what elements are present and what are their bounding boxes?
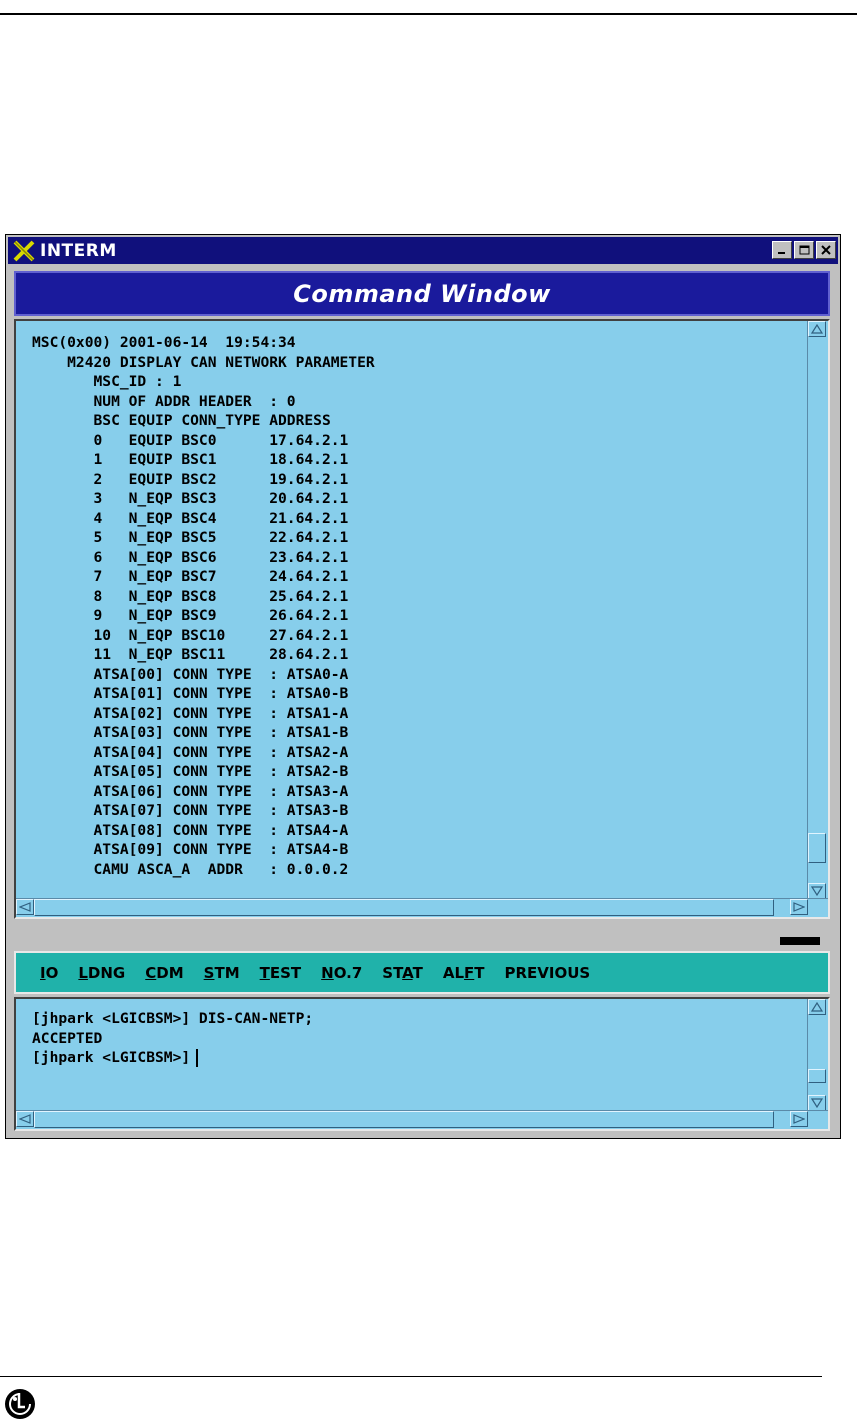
menu-item-cdm[interactable]: CDM — [145, 964, 183, 982]
scroll-thumb[interactable] — [808, 833, 826, 863]
arrow-left-icon — [19, 1114, 31, 1124]
output-line: ATSA[05] CONN TYPE : ATSA2-B — [32, 763, 349, 780]
input-scroll-right-button[interactable] — [790, 1111, 808, 1127]
input-scroll-thumb[interactable] — [808, 1069, 826, 1083]
arrow-left-icon — [19, 902, 31, 912]
input-scroll-down-button[interactable] — [808, 1095, 826, 1111]
output-line: ATSA[09] CONN TYPE : ATSA4-B — [32, 841, 349, 858]
arrow-right-icon — [793, 902, 805, 912]
lg-logo-icon — [5, 1389, 35, 1419]
output-line: CAMU ASCA_A ADDR : 0.0.0.2 — [32, 860, 349, 878]
input-horizontal-scrollbar[interactable] — [16, 1110, 828, 1129]
command-window-header: Command Window — [14, 271, 830, 316]
close-icon — [821, 245, 831, 255]
output-horizontal-scrollbar[interactable] — [16, 898, 828, 917]
input-text[interactable]: [jhpark <LGICBSM>] DIS-CAN-NETP; ACCEPTED… — [32, 1009, 798, 1068]
menu-item-ldng[interactable]: LDNG — [78, 964, 125, 982]
input-scroll-left-button[interactable] — [16, 1111, 34, 1127]
menu-item-stat[interactable]: STAT — [382, 964, 423, 982]
menu-item-alft[interactable]: ALFT — [443, 964, 485, 982]
output-line: 1 EQUIP BSC1 18.64.2.1 — [32, 451, 349, 468]
input-pane[interactable]: [jhpark <LGICBSM>] DIS-CAN-NETP; ACCEPTED… — [14, 997, 830, 1131]
output-line: ATSA[03] CONN TYPE : ATSA1-B — [32, 724, 349, 741]
interm-window: INTERM Command Window MSC(0x00) 2001-06-… — [5, 234, 841, 1139]
output-line: ATSA[06] CONN TYPE : ATSA3-A — [32, 782, 349, 800]
horizontal-scroll-thumb[interactable] — [34, 899, 774, 916]
output-line: 10 N_EQP BSC10 27.64.2.1 — [32, 626, 349, 644]
output-line: ATSA[00] CONN TYPE : ATSA0-A — [32, 665, 349, 683]
output-line: 8 N_EQP BSC8 25.64.2.1 — [32, 587, 349, 605]
scroll-up-button[interactable] — [808, 321, 826, 337]
output-line: ATSA[08] CONN TYPE : ATSA4-A — [32, 821, 349, 839]
output-text: MSC(0x00) 2001-06-14 19:54:34 M2420 DISP… — [32, 333, 798, 893]
output-line: 9 N_EQP BSC9 26.64.2.1 — [32, 607, 349, 624]
input-horizontal-scroll-thumb[interactable] — [34, 1111, 774, 1128]
scroll-left-button[interactable] — [16, 899, 34, 915]
output-line: M2420 DISPLAY CAN NETWORK PARAMETER — [32, 353, 375, 371]
maximize-icon — [799, 245, 809, 255]
input-vertical-scrollbar[interactable] — [807, 999, 828, 1111]
output-line: 3 N_EQP BSC3 20.64.2.1 — [32, 490, 349, 507]
output-line: 0 EQUIP BSC0 17.64.2.1 — [32, 431, 349, 449]
output-line: NUM OF ADDR HEADER : 0 — [32, 392, 296, 410]
header-title: Command Window — [293, 279, 551, 308]
output-line: 11 N_EQP BSC11 28.64.2.1 — [32, 646, 349, 663]
output-line: MSC(0x00) 2001-06-14 19:54:34 — [32, 334, 296, 351]
input-line: [jhpark <LGICBSM>] DIS-CAN-NETP; — [32, 1010, 314, 1027]
output-pane[interactable]: MSC(0x00) 2001-06-14 19:54:34 M2420 DISP… — [14, 319, 830, 919]
bottom-rule — [0, 1376, 822, 1377]
output-line: ATSA[04] CONN TYPE : ATSA2-A — [32, 743, 349, 761]
output-line: ATSA[02] CONN TYPE : ATSA1-A — [32, 704, 349, 722]
arrow-up-icon — [811, 324, 823, 334]
scroll-right-button[interactable] — [790, 899, 808, 915]
menu-item-io[interactable]: IO — [40, 964, 58, 982]
close-button[interactable] — [816, 241, 836, 259]
menu-item-previous[interactable]: PREVIOUS — [505, 964, 591, 982]
output-vertical-scrollbar[interactable] — [807, 321, 828, 899]
menu-item-stm[interactable]: STM — [204, 964, 240, 982]
minimize-button[interactable] — [772, 241, 792, 259]
arrow-down-icon — [811, 886, 823, 896]
minimize-icon — [778, 252, 785, 254]
top-rule — [0, 13, 857, 15]
output-line: 2 EQUIP BSC2 19.64.2.1 — [32, 470, 349, 488]
arrow-up-icon — [811, 1002, 823, 1012]
input-line: [jhpark <LGICBSM>] — [32, 1048, 798, 1068]
menu-item-test[interactable]: TEST — [260, 964, 302, 982]
maximize-button[interactable] — [794, 241, 814, 259]
title-bar[interactable]: INTERM — [8, 237, 838, 264]
menu-item-no7[interactable]: NO.7 — [321, 964, 362, 982]
output-line: 7 N_EQP BSC7 24.64.2.1 — [32, 568, 349, 585]
output-line: 6 N_EQP BSC6 23.64.2.1 — [32, 548, 349, 566]
output-line: ATSA[07] CONN TYPE : ATSA3-B — [32, 802, 349, 819]
input-line: ACCEPTED — [32, 1029, 103, 1047]
output-line: 5 N_EQP BSC5 22.64.2.1 — [32, 529, 349, 546]
output-line: ATSA[01] CONN TYPE : ATSA0-B — [32, 685, 349, 702]
input-scroll-up-button[interactable] — [808, 999, 826, 1015]
output-line: MSC_ID : 1 — [32, 373, 182, 390]
command-menu-bar: IO LDNG CDM STM TEST NO.7 STAT ALFT PREVIOUS — [14, 951, 830, 994]
output-line: 4 N_EQP BSC4 21.64.2.1 — [32, 509, 349, 527]
output-line: BSC EQUIP CONN_TYPE ADDRESS — [32, 412, 331, 429]
arrow-right-icon — [793, 1114, 805, 1124]
text-cursor — [196, 1049, 199, 1067]
app-title: INTERM — [40, 240, 117, 261]
scroll-down-button[interactable] — [808, 883, 826, 899]
arrow-down-icon — [811, 1098, 823, 1108]
x-app-icon — [13, 240, 35, 261]
pane-resize-sash[interactable] — [778, 935, 822, 947]
